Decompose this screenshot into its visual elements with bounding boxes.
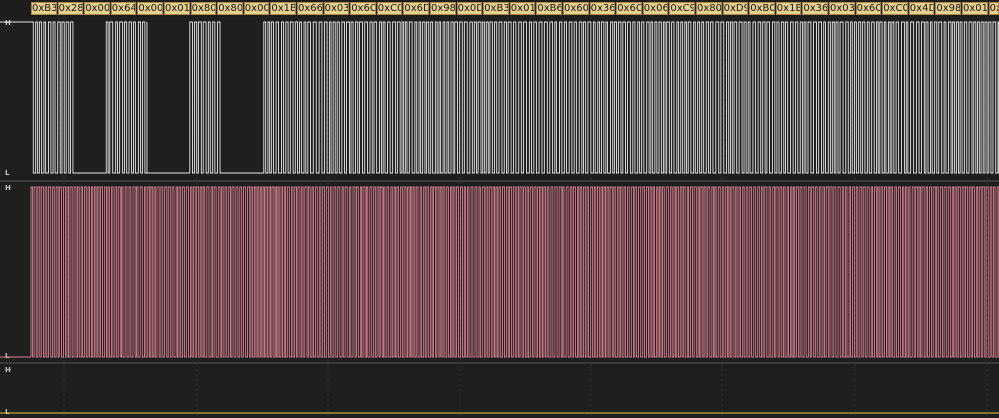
decoded-byte[interactable]: 0x98 (935, 2, 961, 15)
decoded-byte[interactable]: 0x36 (589, 2, 616, 15)
decoded-byte[interactable]: 0x60 (563, 2, 589, 15)
decoded-byte[interactable]: 0x1B (270, 2, 296, 15)
decoded-byte[interactable]: 0x06 (642, 2, 669, 15)
channel-2-lane[interactable]: H L (0, 182, 999, 362)
channel-3-waveform (0, 364, 999, 418)
protocol-decode-row: 0xB3 0x28 0x00 0x64 0x00 0x01 0x80 0x80 0x00 0x1B… (0, 0, 999, 17)
decoded-byte[interactable]: 0x0 (988, 2, 999, 15)
decoded-byte[interactable]: 0xB6 (536, 2, 562, 15)
decoded-byte[interactable]: 0x80 (696, 2, 722, 15)
decoded-byte[interactable]: 0xC0 (882, 2, 908, 15)
decoded-byte[interactable]: 0xB0 (749, 2, 775, 15)
decoded-byte[interactable]: 0xC9 (669, 2, 695, 15)
decoded-byte[interactable]: 0x66 (297, 2, 323, 15)
decoded-byte[interactable]: 0x0D (456, 2, 483, 15)
decoded-byte[interactable]: 0x03 (323, 2, 350, 15)
channel-1-lane[interactable]: H L (0, 17, 999, 180)
decoded-byte[interactable]: 0x01 (164, 2, 190, 15)
decoded-byte[interactable]: 0x01 (962, 2, 988, 15)
decoded-byte[interactable]: 0x00 (243, 2, 270, 15)
decoded-byte[interactable]: 0x00 (84, 2, 110, 15)
decoded-byte[interactable]: 0x6C (855, 2, 882, 15)
logic-analyzer-view: 0xB3 0x28 0x00 0x64 0x00 0x01 0x80 0x80 0x00 0x1B… (0, 0, 999, 418)
channel-2-waveform (0, 182, 999, 362)
decoded-byte[interactable]: 0x4D (908, 2, 935, 15)
decoded-byte[interactable]: 0x6D (403, 2, 429, 15)
decoded-byte[interactable]: 0x80 (190, 2, 217, 15)
decoded-byte[interactable]: 0x98 (430, 2, 456, 15)
decoded-byte[interactable]: 0x6C (616, 2, 642, 15)
decoded-byte[interactable]: 0xD9 (722, 2, 749, 15)
decoded-byte[interactable]: 0x80 (217, 2, 243, 15)
decoded-byte[interactable]: 0x36 (802, 2, 828, 15)
decoded-byte[interactable]: 0x00 (137, 2, 163, 15)
decoded-byte[interactable]: 0x28 (57, 2, 84, 15)
channel-1-waveform (0, 17, 999, 180)
decoded-byte[interactable]: 0x6C (350, 2, 376, 15)
decoded-byte[interactable]: 0x01 (509, 2, 536, 15)
decoded-byte[interactable]: 0x1B (775, 2, 802, 15)
decoded-byte[interactable]: 0xB3 (483, 2, 509, 15)
decoded-byte[interactable]: 0x64 (110, 2, 137, 15)
decoded-byte[interactable]: 0xC0 (376, 2, 403, 15)
decoded-byte[interactable]: 0x03 (829, 2, 855, 15)
decoded-byte[interactable]: 0xB3 (31, 2, 57, 15)
channel-3-lane[interactable]: H L (0, 364, 999, 418)
